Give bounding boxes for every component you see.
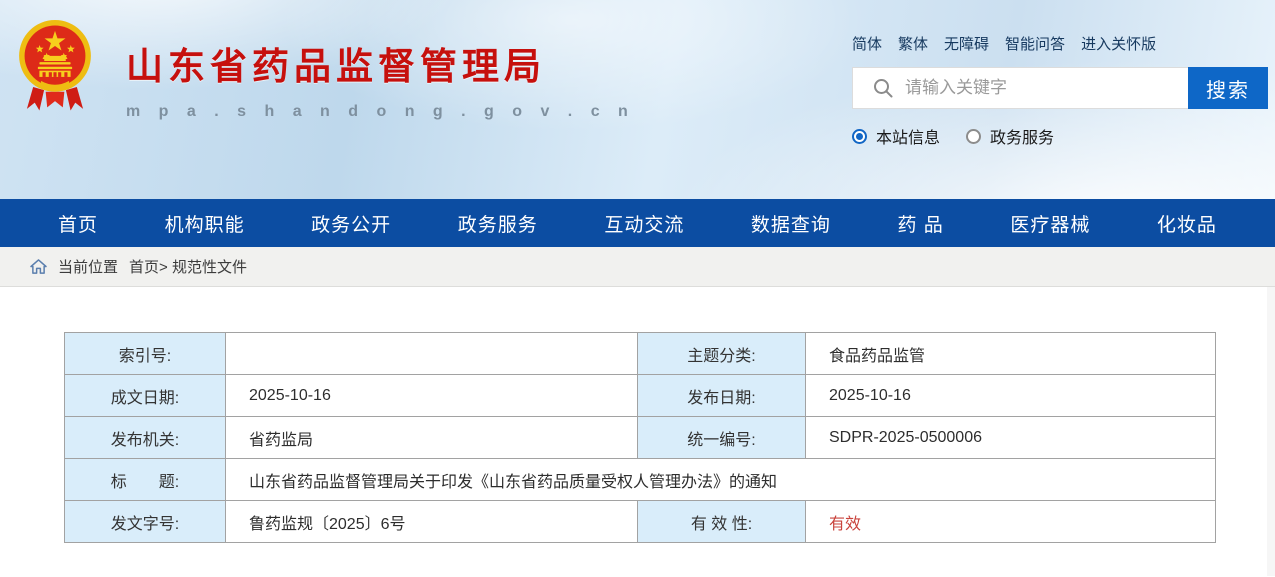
scope-gov-services[interactable]: 政务服务	[966, 124, 1054, 148]
table-row: 成文日期: 2025-10-16 发布日期: 2025-10-16	[65, 375, 1216, 417]
scope-site-info[interactable]: 本站信息	[852, 124, 940, 148]
field-value-publish-date: 2025-10-16	[806, 375, 1216, 417]
search-bar: 搜索	[852, 67, 1268, 109]
document-meta-section: 索引号: 主题分类: 食品药品监管 成文日期: 2025-10-16 发布日期:…	[0, 287, 1275, 576]
link-accessibility[interactable]: 无障碍	[944, 33, 989, 54]
table-row: 标 题: 山东省药品监督管理局关于印发《山东省药品质量受权人管理办法》的通知	[65, 459, 1216, 501]
link-senior-mode[interactable]: 进入关怀版	[1081, 33, 1156, 54]
field-label-document-number: 发文字号:	[65, 501, 226, 543]
radio-selected-icon[interactable]	[852, 129, 867, 144]
field-value-unified-number: SDPR-2025-0500006	[806, 417, 1216, 459]
field-label-unified-number: 统一编号:	[638, 417, 806, 459]
site-title: 山东省药品监督管理局	[126, 36, 635, 90]
table-row: 发文字号: 鲁药监规〔2025〕6号 有 效 性: 有效	[65, 501, 1216, 543]
nav-interaction[interactable]: 互动交流	[604, 210, 684, 237]
nav-functions[interactable]: 机构职能	[165, 210, 245, 237]
home-icon	[30, 259, 47, 274]
field-label-index-no: 索引号:	[65, 333, 226, 375]
field-label-issuing-agency: 发布机关:	[65, 417, 226, 459]
scope-label: 政务服务	[990, 124, 1054, 148]
nav-home[interactable]: 首页	[58, 210, 98, 237]
field-value-title: 山东省药品监督管理局关于印发《山东省药品质量受权人管理办法》的通知	[226, 459, 1216, 501]
search-input[interactable]	[905, 78, 1188, 98]
nav-cosmetics[interactable]: 化妆品	[1157, 210, 1217, 237]
document-meta-table: 索引号: 主题分类: 食品药品监管 成文日期: 2025-10-16 发布日期:…	[64, 332, 1216, 543]
radio-unselected-icon[interactable]	[966, 129, 981, 144]
main-nav: 首页 机构职能 政务公开 政务服务 互动交流 数据查询 药 品 医疗器械 化妆品	[0, 199, 1275, 247]
breadcrumb: 当前位置 首页> 规范性文件	[0, 247, 1275, 287]
site-logo[interactable]: 山东省药品监督管理局 m p a . s h a n d o n g . g o…	[16, 18, 635, 121]
nav-gov-disclosure[interactable]: 政务公开	[311, 210, 391, 237]
search-button[interactable]: 搜索	[1188, 67, 1268, 109]
search-icon	[873, 78, 893, 98]
breadcrumb-path[interactable]: 首页> 规范性文件	[129, 256, 247, 277]
field-value-written-date: 2025-10-16	[226, 375, 638, 417]
nav-drugs[interactable]: 药 品	[897, 210, 943, 237]
field-value-topic-category: 食品药品监管	[806, 333, 1216, 375]
nav-data-query[interactable]: 数据查询	[751, 210, 831, 237]
search-scope-options: 本站信息 政务服务	[852, 124, 1268, 148]
nav-gov-services[interactable]: 政务服务	[458, 210, 538, 237]
link-traditional-chinese[interactable]: 繁体	[898, 33, 928, 54]
breadcrumb-location-label: 当前位置	[58, 256, 118, 277]
page-edge	[1267, 287, 1275, 576]
field-value-document-number: 鲁药监规〔2025〕6号	[226, 501, 638, 543]
table-row: 发布机关: 省药监局 统一编号: SDPR-2025-0500006	[65, 417, 1216, 459]
link-simplified-chinese[interactable]: 简体	[852, 33, 882, 54]
national-emblem-icon	[16, 18, 94, 114]
nav-medical-devices[interactable]: 医疗器械	[1010, 210, 1090, 237]
site-header: 山东省药品监督管理局 m p a . s h a n d o n g . g o…	[0, 0, 1275, 199]
field-label-publish-date: 发布日期:	[638, 375, 806, 417]
scope-label: 本站信息	[876, 124, 940, 148]
quick-links: 简体 繁体 无障碍 智能问答 进入关怀版	[852, 33, 1268, 54]
field-label-written-date: 成文日期:	[65, 375, 226, 417]
field-label-validity: 有 效 性:	[638, 501, 806, 543]
link-smart-qa[interactable]: 智能问答	[1005, 33, 1065, 54]
search-input-container[interactable]	[852, 67, 1188, 109]
table-row: 索引号: 主题分类: 食品药品监管	[65, 333, 1216, 375]
validity-status-badge: 有效	[806, 501, 1216, 543]
field-value-index-no	[226, 333, 638, 375]
site-url: m p a . s h a n d o n g . g o v . c n	[126, 103, 635, 121]
field-label-topic-category: 主题分类:	[638, 333, 806, 375]
header-utilities: 简体 繁体 无障碍 智能问答 进入关怀版 搜索 本站信息 政务服	[852, 33, 1268, 148]
field-label-title: 标 题:	[65, 459, 226, 501]
field-value-issuing-agency: 省药监局	[226, 417, 638, 459]
